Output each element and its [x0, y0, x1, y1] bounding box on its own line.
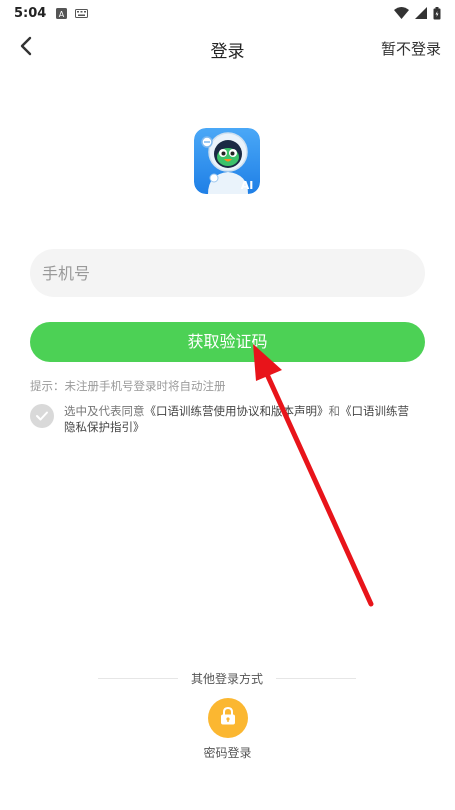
agreement-prefix: 选中及代表同意 — [64, 404, 145, 418]
user-agreement-link[interactable]: 《口语训练营使用协议和版本声明》 — [145, 404, 329, 418]
password-login-button[interactable] — [208, 698, 248, 738]
skip-login-button[interactable]: 暂不登录 — [381, 38, 441, 59]
divider-line-right — [276, 678, 356, 679]
wifi-icon — [394, 7, 409, 19]
status-bar: 5:04 A — [0, 0, 455, 26]
a-notification-icon: A — [56, 7, 68, 19]
phone-input[interactable] — [30, 249, 425, 297]
other-login-divider: 其他登录方式 — [98, 670, 356, 688]
keyboard-icon — [75, 8, 89, 18]
agreement-row: 选中及代表同意《口语训练营使用协议和版本声明》和《口语训练营隐私保护指引》 — [30, 403, 425, 435]
phone-input-container — [30, 249, 425, 297]
logo-ai-text: AI — [241, 179, 254, 192]
agreement-text: 选中及代表同意《口语训练营使用协议和版本声明》和《口语训练营隐私保护指引》 — [64, 403, 419, 435]
lock-icon — [219, 706, 237, 730]
signal-icon — [415, 7, 427, 19]
battery-icon — [433, 6, 441, 20]
header: 登录 暂不登录 — [0, 28, 455, 68]
get-code-button[interactable]: 获取验证码 — [30, 322, 425, 362]
register-hint: 提示：未注册手机号登录时将自动注册 — [30, 379, 226, 393]
password-login-label: 密码登录 — [203, 746, 252, 760]
status-time: 5:04 — [14, 5, 47, 21]
app-logo: AI — [194, 128, 260, 194]
check-icon — [35, 407, 49, 426]
agreement-joiner: 和 — [328, 404, 341, 418]
agreement-checkbox[interactable] — [30, 404, 54, 428]
svg-text:A: A — [59, 10, 65, 19]
